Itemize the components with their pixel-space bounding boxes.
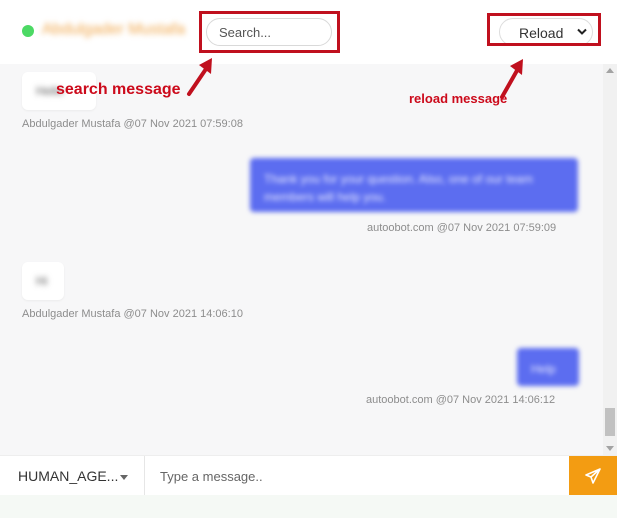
scrollbar-thumb[interactable] <box>605 408 615 436</box>
footer-strip <box>0 495 617 518</box>
message-sender: autoobot.com <box>366 394 433 406</box>
message-text: Thank you for your question. Also, one o… <box>264 172 533 204</box>
agent-select-dropdown[interactable]: HUMAN_AGE... <box>0 456 145 496</box>
reload-annotation-label: reload message <box>409 91 508 106</box>
message-input[interactable] <box>146 456 569 496</box>
message-list-scrollbar[interactable] <box>603 64 617 455</box>
reload-highlight-box <box>487 13 601 46</box>
message-timestamp: @07 Nov 2021 07:59:09 <box>436 222 557 234</box>
incoming-message-bubble: Hi <box>22 262 64 300</box>
scroll-down-arrow-icon[interactable] <box>606 446 614 451</box>
message-text: Help <box>531 362 556 376</box>
message-list: Hello Abdulgader Mustafa @07 Nov 2021 07… <box>0 64 617 455</box>
message-text: Hi <box>36 274 48 288</box>
search-highlight-box <box>199 11 340 53</box>
paper-plane-icon <box>585 468 601 484</box>
search-annotation-label: search message <box>56 81 181 98</box>
message-sender: Abdulgader Mustafa <box>22 308 121 320</box>
message-timestamp: @07 Nov 2021 14:06:12 <box>435 394 556 406</box>
search-annotation-arrow-icon <box>187 58 212 96</box>
message-meta: autoobot.com @07 Nov 2021 07:59:09 <box>367 222 556 234</box>
agent-select-label: HUMAN_AGE... <box>18 468 119 484</box>
online-status-indicator <box>22 25 34 37</box>
message-timestamp: @07 Nov 2021 07:59:08 <box>123 118 243 130</box>
message-sender: Abdulgader Mustafa <box>22 118 121 130</box>
message-timestamp: @07 Nov 2021 14:06:10 <box>123 308 243 320</box>
message-meta: autoobot.com @07 Nov 2021 14:06:12 <box>366 394 555 406</box>
send-button[interactable] <box>569 456 617 496</box>
message-meta: Abdulgader Mustafa @07 Nov 2021 14:06:10 <box>22 308 243 320</box>
message-sender: autoobot.com <box>367 222 434 234</box>
scroll-up-arrow-icon[interactable] <box>606 68 614 73</box>
message-meta: Abdulgader Mustafa @07 Nov 2021 07:59:08 <box>22 118 243 130</box>
chat-contact-name: Abdulgader Mustafa <box>42 21 186 38</box>
caret-down-icon <box>120 475 128 480</box>
outgoing-message-bubble: Thank you for your question. Also, one o… <box>250 158 578 212</box>
outgoing-message-bubble: Help <box>517 348 579 386</box>
message-composer: HUMAN_AGE... <box>0 455 617 496</box>
